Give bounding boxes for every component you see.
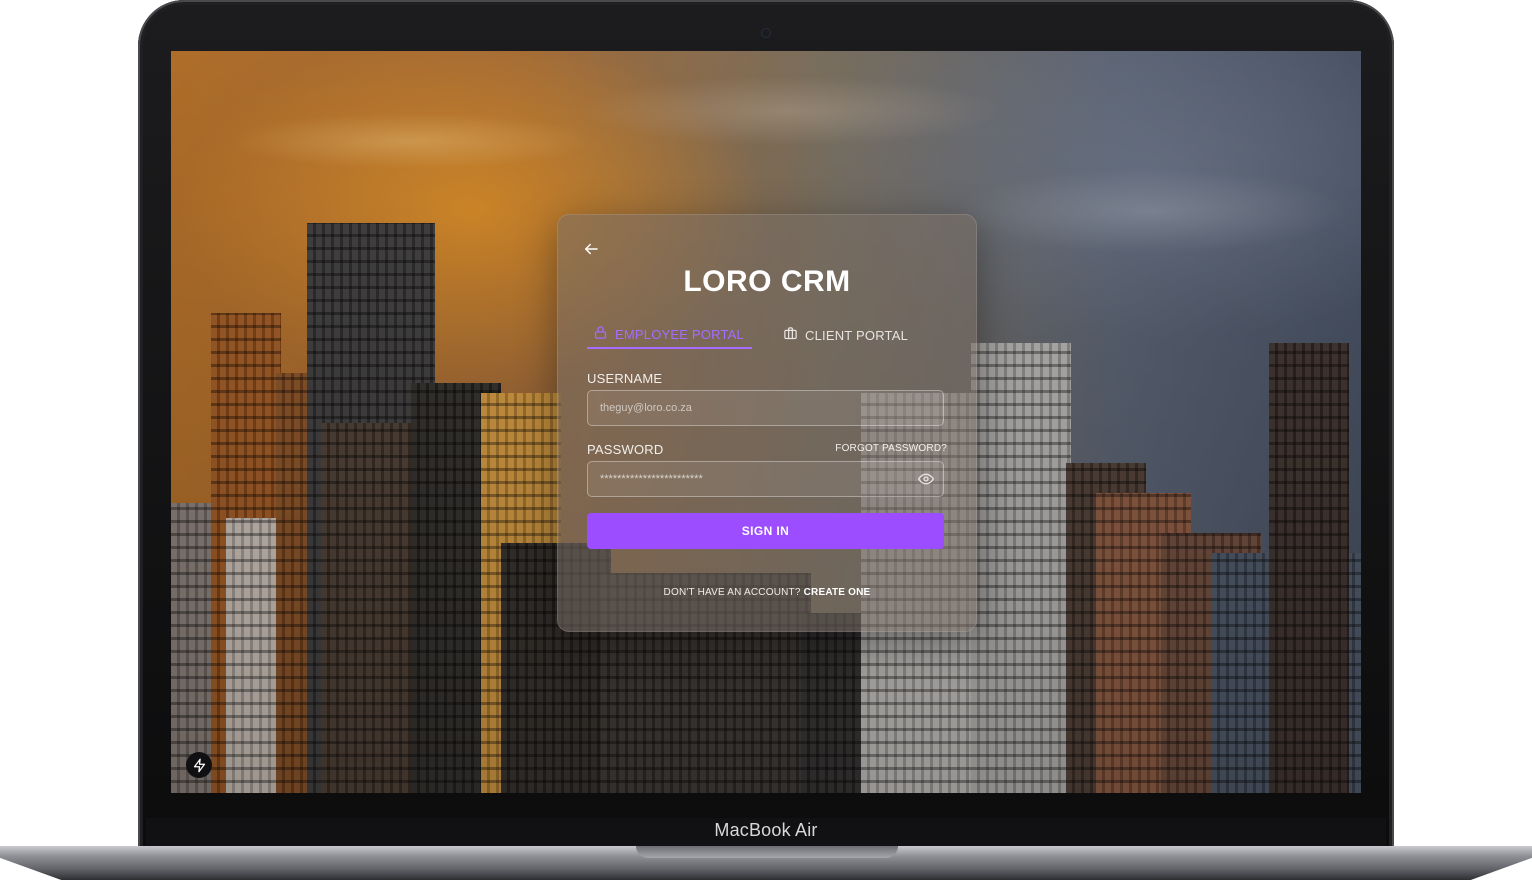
tab-employee-portal[interactable]: EMPLOYEE PORTAL <box>587 321 752 349</box>
username-label: USERNAME <box>587 371 663 386</box>
forgot-password-link[interactable]: FORGOT PASSWORD? <box>835 443 947 454</box>
eye-icon[interactable] <box>918 471 934 487</box>
create-account-link[interactable]: CREATE ONE <box>804 587 871 598</box>
laptop-hinge-notch <box>636 846 898 858</box>
app-title: LORO CRM <box>683 265 851 298</box>
device-brand-label: MacBook Air <box>714 820 818 840</box>
login-card: LORO CRM EMPLOYEE PORTAL CLIENT PORTAL U… <box>557 214 977 632</box>
tab-label: EMPLOYEE PORTAL <box>615 326 744 342</box>
signup-prompt: DON'T HAVE AN ACCOUNT? CREATE ONE <box>558 587 976 598</box>
tab-label: CLIENT PORTAL <box>805 327 909 343</box>
camera-icon <box>762 29 770 37</box>
sign-in-button[interactable]: SIGN IN <box>587 513 944 549</box>
back-arrow-icon[interactable] <box>582 240 600 258</box>
briefcase-icon <box>783 326 798 344</box>
signup-prompt-text: DON'T HAVE AN ACCOUNT? <box>663 587 801 598</box>
username-input[interactable] <box>587 390 944 426</box>
tab-client-portal[interactable]: CLIENT PORTAL <box>783 321 908 349</box>
lightning-icon[interactable] <box>186 752 212 778</box>
password-input[interactable] <box>587 461 944 497</box>
password-label: PASSWORD <box>587 442 664 457</box>
portal-tabs: EMPLOYEE PORTAL CLIENT PORTAL <box>587 321 945 351</box>
lock-icon <box>593 325 608 343</box>
screen: LORO CRM EMPLOYEE PORTAL CLIENT PORTAL U… <box>171 51 1361 793</box>
